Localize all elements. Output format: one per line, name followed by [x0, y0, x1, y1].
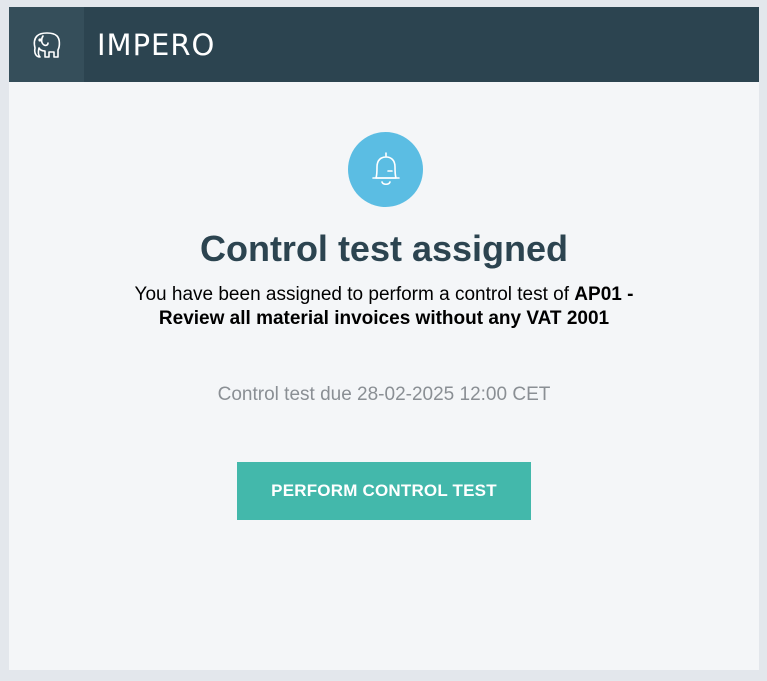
due-date-text: Control test due 28-02-2025 12:00 CET	[217, 384, 551, 405]
bell-icon	[371, 151, 400, 185]
perform-control-test-button[interactable]: PERFORM CONTROL TEST	[237, 462, 531, 520]
logo-block	[9, 7, 84, 82]
page-title: Control test assigned	[199, 228, 569, 269]
header-bar: IMPERO	[9, 7, 759, 82]
brand-wordmark: IMPERO	[97, 28, 216, 62]
assignment-message: You have been assigned to perform a cont…	[104, 283, 664, 331]
email-card: IMPERO Control test assigned You have be…	[9, 7, 759, 670]
elephant-icon	[33, 31, 60, 58]
message-prefix: You have been assigned to perform a cont…	[134, 284, 575, 305]
bell-badge	[348, 132, 423, 207]
